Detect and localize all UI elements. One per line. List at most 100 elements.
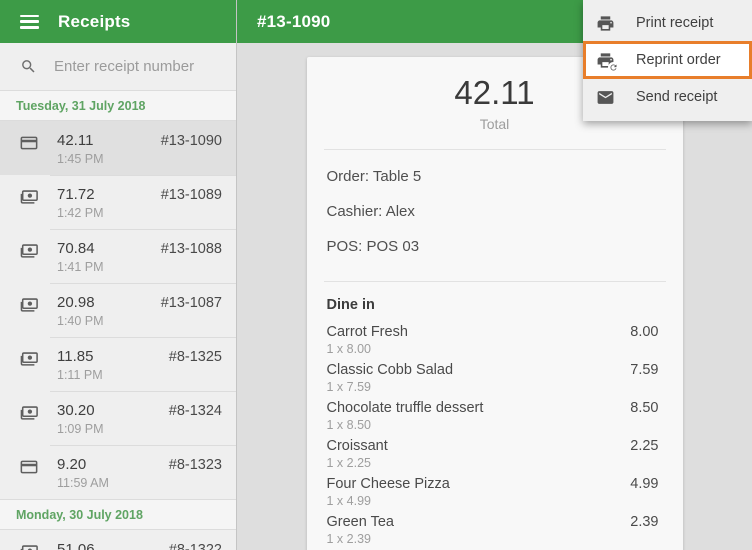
receipt-amount: 51.06: [57, 541, 95, 550]
item-name: Croissant: [326, 438, 388, 454]
receipt-amount: 20.98: [57, 294, 95, 311]
receipt-amount: 30.20: [57, 402, 95, 419]
receipt-detail-card: 42.11 Total Order: Table 5 Cashier: Alex…: [306, 57, 683, 550]
receipt-number: #13-1090: [160, 133, 222, 149]
item-price: 4.99: [630, 476, 659, 492]
receipt-amount: 11.85: [57, 348, 94, 365]
pos-info: POS: POS 03: [326, 238, 420, 255]
item-qty: 1 x 2.25: [326, 456, 371, 470]
receipt-number: #8-1325: [168, 349, 222, 365]
receipt-time: 11:59 AM: [57, 476, 109, 490]
payment-icon: [20, 242, 38, 260]
date-label: Tuesday, 31 July 2018: [16, 98, 146, 113]
cash-icon: [20, 352, 38, 366]
line-item: Four Cheese Pizza 1 x 4.99 4.99: [327, 476, 659, 514]
receipt-actions-menu: Print receipt Reprint order Send receipt: [583, 0, 752, 121]
sidebar-title: Receipts: [58, 11, 131, 31]
receipt-list-item[interactable]: 70.84 1:41 PM #13-1088: [0, 229, 236, 283]
item-qty: 1 x 2.39: [326, 532, 371, 546]
line-item: Carrot Fresh 1 x 8.00 8.00: [327, 324, 659, 362]
credit-card-icon: [20, 136, 38, 150]
cash-icon: [20, 298, 38, 312]
item-name: Carrot Fresh: [326, 324, 408, 340]
print-icon: [596, 14, 615, 33]
sidebar-header: Receipts: [0, 0, 236, 43]
receipt-number: #13-1087: [160, 295, 222, 311]
reprint-order-icon: [596, 51, 619, 73]
receipt-number: #13-1088: [160, 241, 222, 257]
cash-icon: [20, 244, 38, 258]
order-info: Order: Table 5: [326, 168, 422, 185]
receipt-number: #8-1323: [168, 457, 222, 473]
search-input[interactable]: [54, 58, 214, 75]
menu-item-reprint-order[interactable]: Reprint order: [583, 41, 752, 79]
payment-icon: [20, 134, 38, 152]
receipt-list-item[interactable]: 51.06 #8-1322: [0, 530, 236, 550]
receipt-amount: 71.72: [57, 186, 95, 203]
item-price: 7.59: [630, 362, 659, 378]
line-item: Green Tea 1 x 2.39 2.39: [327, 514, 659, 550]
item-qty: 1 x 7.59: [326, 380, 371, 394]
item-qty: 1 x 8.50: [326, 418, 371, 432]
receipt-amount: 42.11: [57, 132, 94, 149]
receipt-time: 1:41 PM: [57, 260, 104, 274]
item-qty: 1 x 4.99: [326, 494, 371, 508]
refresh-icon: [608, 61, 619, 73]
date-label: Monday, 30 July 2018: [16, 507, 143, 522]
receipt-list-item[interactable]: 30.20 1:09 PM #8-1324: [0, 391, 236, 445]
receipt-meta: Order: Table 5 Cashier: Alex POS: POS 03: [307, 150, 683, 264]
payment-icon: [20, 296, 38, 314]
cash-icon: [20, 406, 38, 420]
item-price: 8.50: [630, 400, 659, 416]
item-price: 2.39: [630, 514, 659, 530]
menu-item-label: Print receipt: [636, 15, 714, 31]
menu-item-label: Send receipt: [636, 89, 718, 105]
item-price: 8.00: [630, 324, 659, 340]
item-qty: 1 x 8.00: [326, 342, 371, 356]
date-group-header: Monday, 30 July 2018: [0, 499, 236, 530]
menu-item-label: Reprint order: [636, 52, 721, 68]
page-title: #13-1090: [257, 11, 331, 31]
receipt-list-item[interactable]: 71.72 1:42 PM #13-1089: [0, 175, 236, 229]
menu-item-print-receipt[interactable]: Print receipt: [583, 5, 752, 41]
receipt-number: #13-1089: [160, 187, 222, 203]
cashier-info: Cashier: Alex: [326, 203, 415, 220]
credit-card-icon: [20, 460, 38, 474]
menu-item-send-receipt[interactable]: Send receipt: [583, 79, 752, 115]
receipt-amount: 70.84: [57, 240, 95, 257]
date-group-header: Tuesday, 31 July 2018: [0, 90, 236, 121]
receipt-list-item[interactable]: 42.11 1:45 PM #13-1090: [0, 121, 236, 175]
receipt-number: #8-1324: [168, 403, 222, 419]
cash-icon: [20, 190, 38, 204]
receipt-number: #8-1322: [168, 542, 222, 550]
receipt-time: 1:11 PM: [57, 368, 103, 382]
receipt-time: 1:45 PM: [57, 152, 104, 166]
receipts-sidebar: Receipts Tuesday, 31 July 2018 42.11 1:4…: [0, 0, 237, 550]
item-price: 2.25: [630, 438, 659, 454]
item-name: Four Cheese Pizza: [326, 476, 450, 492]
receipt-amount: 9.20: [57, 456, 87, 473]
hamburger-menu-icon[interactable]: [20, 14, 39, 29]
receipt-list-item[interactable]: 9.20 11:59 AM #8-1323: [0, 445, 236, 499]
line-item: Croissant 1 x 2.25 2.25: [327, 438, 659, 476]
email-icon: [596, 88, 615, 107]
order-type-label: Dine in: [326, 297, 375, 313]
receipt-time: 1:42 PM: [57, 206, 104, 220]
item-name: Chocolate truffle dessert: [326, 400, 484, 416]
line-item: Classic Cobb Salad 1 x 7.59 7.59: [327, 362, 659, 400]
receipt-time: 1:09 PM: [57, 422, 104, 436]
payment-icon: [20, 543, 38, 550]
item-name: Classic Cobb Salad: [326, 362, 454, 378]
line-items: Carrot Fresh 1 x 8.00 8.00 Classic Cobb …: [307, 313, 683, 550]
payment-icon: [20, 458, 38, 476]
item-name: Green Tea: [326, 514, 394, 530]
payment-icon: [20, 350, 38, 368]
search-icon: [22, 60, 35, 73]
receipt-list-item[interactable]: 11.85 1:11 PM #8-1325: [0, 337, 236, 391]
cash-icon: [20, 545, 38, 550]
receipt-time: 1:40 PM: [57, 314, 104, 328]
line-item: Chocolate truffle dessert 1 x 8.50 8.50: [327, 400, 659, 438]
receipt-list-item[interactable]: 20.98 1:40 PM #13-1087: [0, 283, 236, 337]
receipts-app: Receipts Tuesday, 31 July 2018 42.11 1:4…: [0, 0, 752, 550]
payment-icon: [20, 188, 38, 206]
